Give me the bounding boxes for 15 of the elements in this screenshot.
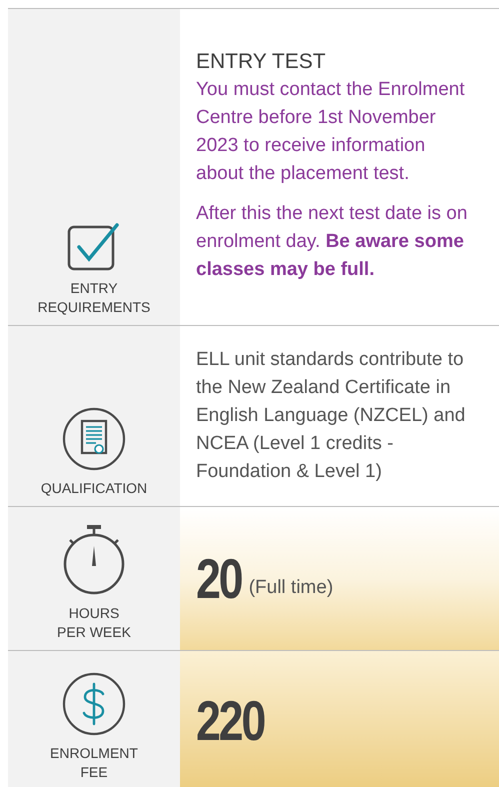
figure-value: 220 [196, 692, 264, 748]
stopwatch-icon [62, 524, 126, 596]
row-label: ENROLMENT FEE [50, 744, 138, 782]
body-paragraph: ELL unit standards contribute to the New Zealand Certificate in English Language (NZCEL) and NCEA (Level 1 credits - Foundation & Level 1) [196, 348, 466, 484]
figure-value: 20 [196, 550, 242, 606]
row-label: HOURS PER WEEK [57, 604, 131, 642]
row-label: ENTRY REQUIREMENTS [38, 279, 150, 317]
certificate-icon [62, 407, 126, 471]
checkbox-tick-icon [67, 221, 121, 271]
dollar-icon [62, 672, 126, 736]
body-paragraph: After this the next test date is on enrolment day. Be aware some classes may be full. [196, 202, 468, 282]
row-label: QUALIFICATION [40, 479, 148, 498]
section-heading: ENTRY TEST [196, 50, 327, 72]
body-paragraph: You must contact the Enrolment Centre before 1st November 2023 to receive information about the placement test. [196, 78, 466, 186]
figure-note: (Full time) [248, 576, 334, 600]
